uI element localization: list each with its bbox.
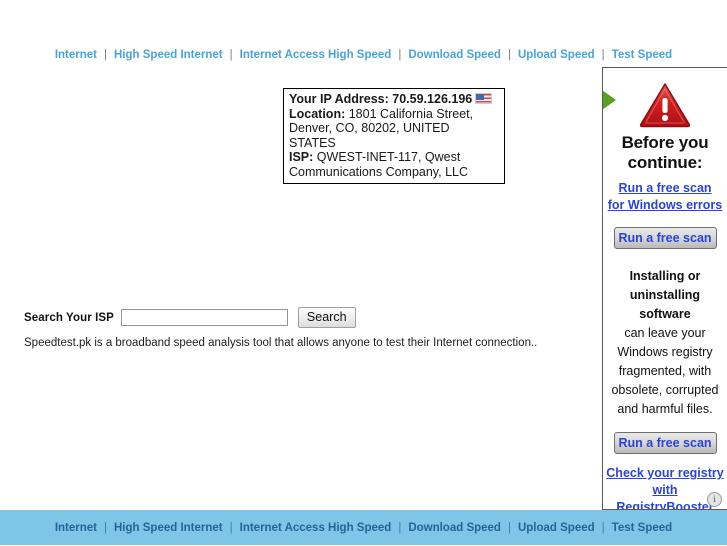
ip-address-value: 70.59.126.196	[392, 92, 473, 106]
ad-body-line7: obsolete, corrupted	[611, 383, 719, 397]
footer-separator: |	[229, 522, 233, 534]
top-nav-separator: |	[229, 49, 233, 61]
green-right-arrow-icon	[603, 90, 616, 110]
ad-bottom-link-line1[interactable]: Check your registry	[603, 465, 727, 482]
adchoices-info-icon[interactable]: i	[707, 492, 722, 507]
top-nav-separator: |	[507, 49, 511, 61]
top-nav-link-internet[interactable]: Internet	[55, 49, 97, 61]
red-warning-triangle-icon	[639, 83, 691, 128]
ad-body-line1: Installing or	[629, 269, 701, 283]
footer-navigation-bar: Internet | High Speed Internet | Internet Ac…	[0, 510, 727, 545]
ad-headline: Before you continue:	[603, 133, 727, 173]
top-nav-separator: |	[601, 49, 605, 61]
site-tagline: Speedtest.pk is a broadband speed analys…	[24, 337, 538, 349]
ad-headline-line1: Before you	[621, 133, 709, 152]
search-button[interactable]: Search	[297, 307, 356, 328]
location-row: Location: 1801 California Street, Denver…	[289, 107, 499, 151]
footer-separator: |	[398, 522, 402, 534]
top-nav-link-test-speed[interactable]: Test Speed	[612, 49, 673, 61]
ad-headline-line2: continue:	[627, 153, 703, 172]
top-nav-separator: |	[398, 49, 402, 61]
us-flag-icon	[475, 93, 493, 104]
footer-links-container: Internet | High Speed Internet | Internet Ac…	[0, 510, 727, 546]
isp-row: ISP: QWEST-INET-117, Qwest Communication…	[289, 150, 499, 179]
footer-link-download-speed[interactable]: Download Speed	[408, 522, 501, 534]
search-isp-label: Search Your ISP	[24, 311, 114, 324]
ip-address-label: Your IP Address:	[289, 92, 389, 106]
footer-separator: |	[507, 522, 511, 534]
ip-info-box: Your IP Address: 70.59.126.196 Location:…	[283, 88, 505, 184]
ad-body-line4: can leave your	[624, 326, 706, 340]
top-nav-link-high-speed-internet[interactable]: High Speed Internet	[114, 49, 223, 61]
ad-top-link-line2[interactable]: for Windows errors	[603, 197, 727, 214]
ad-body-line5: Windows registry	[617, 345, 713, 359]
run-free-scan-button-bottom[interactable]: Run a free scan	[613, 432, 717, 454]
footer-link-test-speed[interactable]: Test Speed	[612, 522, 673, 534]
ad-top-link[interactable]: Run a free scan for Windows errors	[603, 180, 727, 214]
footer-link-internet-access-high-speed[interactable]: Internet Access High Speed	[240, 522, 392, 534]
ad-body-line3: software	[639, 307, 691, 321]
footer-link-internet[interactable]: Internet	[55, 522, 97, 534]
footer-separator: |	[601, 522, 605, 534]
ad-top-link-line1[interactable]: Run a free scan	[603, 180, 727, 197]
top-navigation-bar: Internet | High Speed Internet | Internet Ac…	[0, 45, 727, 63]
isp-value: QWEST-INET-117, Qwest Communications Com…	[289, 150, 469, 179]
top-nav-link-upload-speed[interactable]: Upload Speed	[518, 49, 595, 61]
footer-link-upload-speed[interactable]: Upload Speed	[518, 522, 595, 534]
ad-body-line2: uninstalling	[629, 288, 701, 302]
ad-body-text: Installing or uninstalling software can …	[603, 267, 727, 419]
location-label: Location:	[289, 106, 346, 121]
isp-label: ISP:	[289, 150, 314, 164]
ad-body-line8: and harmful files.	[617, 402, 713, 416]
top-nav-link-download-speed[interactable]: Download Speed	[408, 49, 501, 61]
advertisement-panel[interactable]: Before you continue: Run a free scan for…	[602, 67, 727, 510]
run-free-scan-button-top[interactable]: Run a free scan	[613, 227, 717, 249]
search-isp-row: Search Your ISP Search	[24, 307, 356, 328]
ad-body-line6: fragmented, with	[618, 364, 712, 378]
search-input[interactable]	[120, 309, 288, 326]
footer-separator: |	[104, 522, 107, 534]
top-nav-link-internet-access-high-speed[interactable]: Internet Access High Speed	[240, 49, 392, 61]
top-nav-separator: |	[104, 49, 107, 61]
footer-link-high-speed-internet[interactable]: High Speed Internet	[114, 522, 223, 534]
ip-address-row: Your IP Address: 70.59.126.196	[289, 92, 499, 107]
